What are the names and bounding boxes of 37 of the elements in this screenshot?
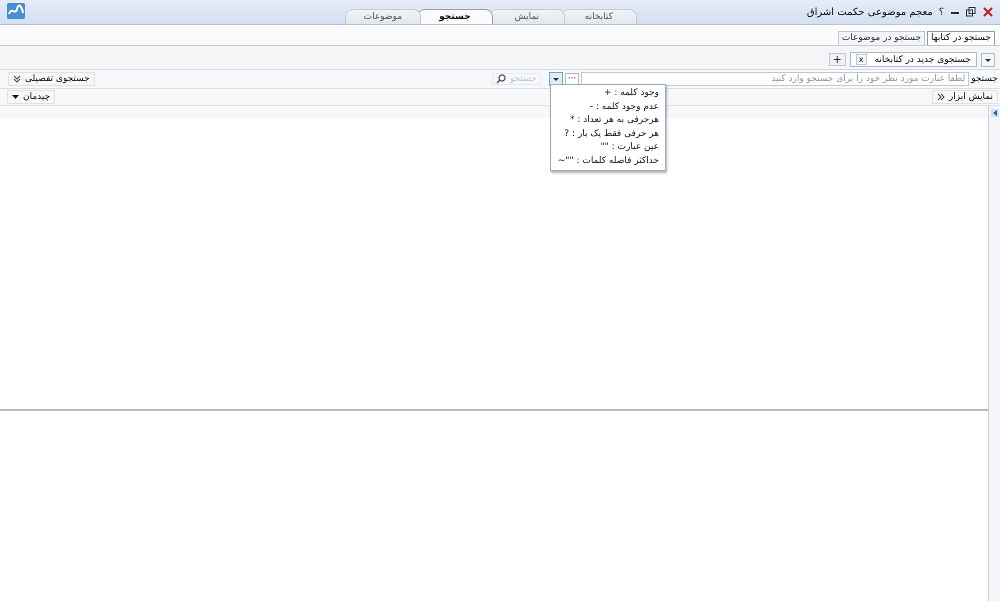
- double-chevron-icon[interactable]: [936, 93, 945, 101]
- menu-item[interactable]: حداکثر فاصله کلمات : ""~: [556, 154, 659, 168]
- layout-button[interactable]: چیدمان: [7, 90, 56, 104]
- tab[interactable]: جستجو در موضوعات: [838, 31, 926, 45]
- close-icon[interactable]: [982, 6, 994, 18]
- tab-label[interactable]: جستجوی جدید در کتابخانه: [874, 54, 971, 64]
- advanced-search-button[interactable]: جستجوی تفصیلی: [8, 72, 95, 86]
- dropdown-button[interactable]: [548, 72, 563, 86]
- tab[interactable]: جستجو در کتابها: [927, 31, 995, 45]
- double-chevron-icon[interactable]: [13, 75, 21, 83]
- dropdown-button[interactable]: [981, 52, 995, 66]
- restore-icon[interactable]: [966, 7, 976, 17]
- tab[interactable]: نمایش: [488, 9, 565, 24]
- more-button[interactable]: ···: [564, 72, 580, 86]
- menu-item[interactable]: هر حرفی فقط یک بار : ?: [556, 128, 659, 141]
- button-label: جستجو: [510, 74, 537, 84]
- caret-icon[interactable]: [12, 94, 19, 100]
- app-logo-icon: [7, 3, 25, 19]
- tab[interactable]: جستجو: [416, 9, 493, 24]
- close-button[interactable]: x: [856, 54, 867, 65]
- expand-icon[interactable]: [990, 109, 998, 117]
- menu-item[interactable]: عدم وجود کلمه : -: [556, 100, 659, 114]
- tab[interactable]: موضوعات: [344, 9, 421, 24]
- search-field[interactable]: لطفا عبارت مورد نظر خود را برای جستجو وارد کنید: [581, 72, 970, 86]
- menu-item[interactable]: وجود کلمه : +: [556, 87, 659, 100]
- button-label: چیدمان: [23, 92, 50, 102]
- menu-item[interactable]: عین عبارت : "": [556, 141, 659, 154]
- button-label: نمایش ابزار: [948, 92, 993, 102]
- window-title: معجم موضوعی حکمت اشراق: [806, 6, 933, 18]
- show-tools-button[interactable]: نمایش ابزار: [932, 90, 998, 104]
- help-button[interactable]: ؟: [938, 6, 944, 18]
- menu-item[interactable]: هرحرفی به هر تعداد : *: [556, 114, 659, 128]
- tab[interactable]: کتابخانه: [560, 9, 637, 24]
- button-label: جستجوی تفصیلی: [25, 74, 90, 84]
- add-tab-button[interactable]: +: [828, 53, 846, 66]
- search-icon: [496, 74, 506, 84]
- search-label: جستجو: [971, 74, 998, 84]
